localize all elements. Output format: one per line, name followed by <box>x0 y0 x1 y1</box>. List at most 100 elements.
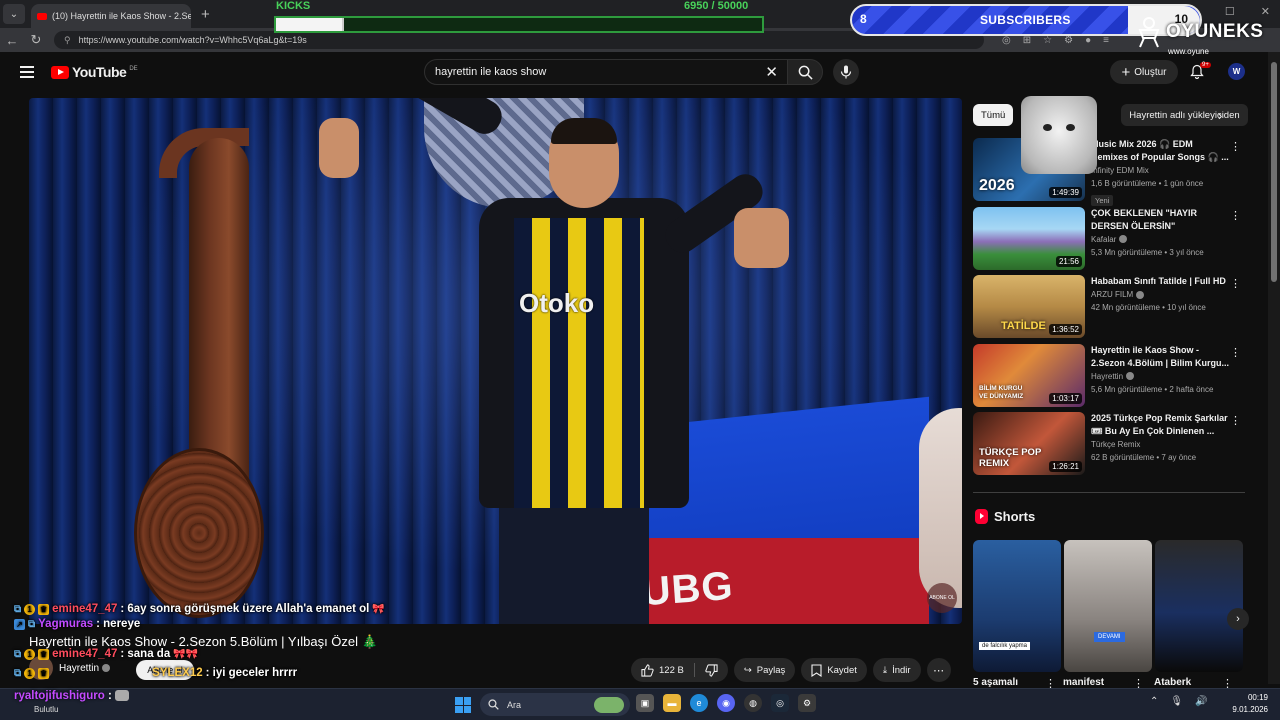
clock-time: 00:19 <box>1247 693 1268 702</box>
system-tray: ⌃ 🎙 🔊 <box>1150 696 1208 707</box>
create-button[interactable]: + Oluştur <box>1110 60 1178 84</box>
site-info-icon[interactable]: ⚲ <box>64 35 71 46</box>
url-text: https://www.youtube.com/watch?v=Whhc5Vq6… <box>78 35 307 45</box>
obs-icon[interactable]: ◍ <box>744 694 762 712</box>
video-thumbnail[interactable]: TATİLDE 1:36:52 <box>973 275 1085 338</box>
steam-icon[interactable]: ◎ <box>771 694 789 712</box>
short-thumbnail[interactable]: DEVAMI <box>1064 540 1152 672</box>
chip-all[interactable]: Tümü <box>973 104 1014 126</box>
tab-search-icon[interactable]: ⌄ <box>3 4 25 24</box>
search-input[interactable]: hayrettin ile kaos show ✕ <box>424 59 789 85</box>
taskbar-clock[interactable]: 00:19 9.01.2026 <box>1232 692 1268 716</box>
chat-message: ⧉ 1 ♛ emine47_47 : sana da 🎀🎀 <box>14 647 385 662</box>
clear-search-icon[interactable]: ✕ <box>765 63 778 81</box>
thumb-text: TÜRKÇE POP REMIX <box>979 447 1042 469</box>
favorites-icon[interactable]: ≡ <box>1103 35 1109 46</box>
kicks-progress-fill <box>276 18 344 31</box>
download-button[interactable]: ⤓ İndir <box>872 658 921 682</box>
shorts-next-button[interactable]: › <box>1227 608 1249 630</box>
share-button[interactable]: ↪ Paylaş <box>733 658 796 682</box>
recommendation-item[interactable]: TATİLDE 1:36:52 Hababam Sınıfı Tatilde |… <box>973 275 1245 344</box>
recommendation-item[interactable]: 2026 1:49:39 Music Mix 2026 🎧 EDM Remixe… <box>973 138 1245 207</box>
recommendation-item[interactable]: TÜRKÇE POP REMIX 1:26:21 2025 Türkçe Pop… <box>973 412 1245 481</box>
recommendation-item[interactable]: 21:56 ÇOK BEKLENEN "HAYIR DERSEN ÖLERSİN… <box>973 206 1245 276</box>
short-thumbnail[interactable] <box>1155 540 1243 672</box>
recommendation-item[interactable]: BİLİM KURGU VE DÜNYAMIZ 1:03:17 Hayretti… <box>973 343 1245 413</box>
logo-country: DE <box>129 66 138 72</box>
youtube-logo[interactable]: YouTube DE <box>51 64 138 80</box>
chip-from-uploader[interactable]: Hayrettin adlı yükleyiciden <box>1121 104 1248 126</box>
shorts-shelf: de falcılık yapma DEVAMI <box>973 540 1243 672</box>
page-scrollbar[interactable] <box>1268 52 1280 684</box>
more-actions-icon[interactable]: ⋮ <box>1230 346 1241 359</box>
short-title[interactable]: Ataberk <box>1154 677 1191 688</box>
account-avatar[interactable]: W <box>1228 63 1245 80</box>
more-actions-icon[interactable]: ⋮ <box>1230 209 1241 222</box>
rec-title[interactable]: ÇOK BEKLENEN "HAYIR DERSEN ÖLERSİN" <box>1091 207 1245 233</box>
search-button[interactable] <box>787 59 823 85</box>
short-title[interactable]: 5 aşamalı <box>973 677 1018 688</box>
rec-channel[interactable]: Infinity EDM Mix <box>1091 164 1245 177</box>
chat-text: : sana da <box>120 648 171 660</box>
video-thumbnail[interactable]: 21:56 <box>973 206 1085 270</box>
rec-channel[interactable]: Türkçe Remix <box>1091 438 1245 451</box>
taskbar-search[interactable]: Ara <box>480 693 630 716</box>
duration-badge: 1:36:52 <box>1049 324 1082 335</box>
download-icon: ⤓ <box>882 664 888 676</box>
video-thumbnail[interactable]: BİLİM KURGU VE DÜNYAMIZ 1:03:17 <box>973 343 1085 407</box>
save-label: Kaydet <box>827 664 857 676</box>
rec-title[interactable]: Music Mix 2026 🎧 EDM Remixes of Popular … <box>1091 138 1245 164</box>
search-icon <box>798 65 813 80</box>
more-actions-icon[interactable]: ⋮ <box>1230 414 1241 427</box>
rec-title[interactable]: Hababam Sınıfı Tatilde | Full HD <box>1091 275 1245 288</box>
windows-start-icon[interactable] <box>455 697 471 713</box>
reload-icon[interactable]: ↻ <box>24 32 48 48</box>
video-thumbnail[interactable]: TÜRKÇE POP REMIX 1:26:21 <box>973 412 1085 475</box>
video-player[interactable]: PUBG Otoko ABONE OL <box>29 98 962 624</box>
volume-icon[interactable]: 🔊 <box>1195 696 1207 707</box>
extension-icon[interactable]: ⚙ <box>1064 35 1073 46</box>
chat-message: ryaltojifushiguro : <box>14 690 129 702</box>
microphone-tray-icon[interactable]: 🎙 <box>1170 696 1183 707</box>
chat-message: ⧉ 1 ♛ SYLEX12 : iyi geceler hrrrr <box>14 666 385 681</box>
taskbar-apps: ▣ ▬ e ◉ ◍ ◎ ⚙ <box>636 694 816 712</box>
short-thumbnail[interactable]: de falcılık yapma <box>973 540 1061 672</box>
back-icon[interactable]: ← <box>0 33 24 48</box>
dislike-button[interactable] <box>695 663 728 677</box>
rec-title[interactable]: 2025 Türkçe Pop Remix Şarkılar 🎟 Bu Ay E… <box>1091 412 1245 438</box>
translate-icon[interactable]: ◎ <box>1002 35 1011 46</box>
new-tab-icon[interactable]: + <box>201 6 210 23</box>
like-button[interactable]: 122 B <box>631 663 694 677</box>
profile-icon[interactable]: ● <box>1085 35 1091 46</box>
tab-title: (10) Hayrettin ile Kaos Show - 2.Se <box>52 11 191 21</box>
more-actions-button[interactable]: ⋯ <box>926 658 951 682</box>
discord-icon[interactable]: ◉ <box>717 694 735 712</box>
edge-browser-icon[interactable]: e <box>690 694 708 712</box>
more-actions-icon[interactable]: ⋮ <box>1230 277 1241 290</box>
more-actions-icon[interactable]: ⋮ <box>1230 140 1241 153</box>
rec-channel[interactable]: Hayrettin <box>1091 372 1123 381</box>
chat-message: ↗ ⧉ Yagmuras : nereye <box>14 617 385 632</box>
duration-badge: 1:26:21 <box>1049 461 1082 472</box>
bookmark-star-icon[interactable]: ☆ <box>1043 35 1052 46</box>
task-view-icon[interactable]: ▣ <box>636 694 654 712</box>
rec-channel[interactable]: ARZU FILM <box>1091 290 1133 299</box>
menu-icon[interactable] <box>20 66 34 78</box>
browser-tab-active[interactable]: (10) Hayrettin ile Kaos Show - 2.Se ✕ <box>31 4 191 28</box>
rec-channel[interactable]: Kafalar <box>1091 235 1116 244</box>
address-bar[interactable]: ⚲ https://www.youtube.com/watch?v=Whhc5V… <box>54 31 984 49</box>
install-icon[interactable]: ⊞ <box>1023 35 1031 46</box>
short-title[interactable]: manifest <box>1063 677 1104 688</box>
subscribe-watermark[interactable]: ABONE OL <box>927 583 957 613</box>
chat-platform-icon: ⧉ <box>14 604 22 615</box>
voice-search-button[interactable] <box>833 59 859 85</box>
rec-title[interactable]: Hayrettin ile Kaos Show - 2.Sezon 4.Bölü… <box>1091 344 1245 370</box>
tray-chevron-icon[interactable]: ⌃ <box>1150 696 1158 707</box>
search-value: hayrettin ile kaos show <box>435 66 547 78</box>
settings-gear-icon[interactable]: ⚙ <box>798 694 816 712</box>
thumb-text: 2026 <box>979 177 1015 194</box>
chips-next-icon[interactable]: › <box>1218 108 1222 123</box>
file-explorer-icon[interactable]: ▬ <box>663 694 681 712</box>
new-badge: Yeni <box>1091 195 1114 206</box>
save-button[interactable]: Kaydet <box>801 658 867 682</box>
